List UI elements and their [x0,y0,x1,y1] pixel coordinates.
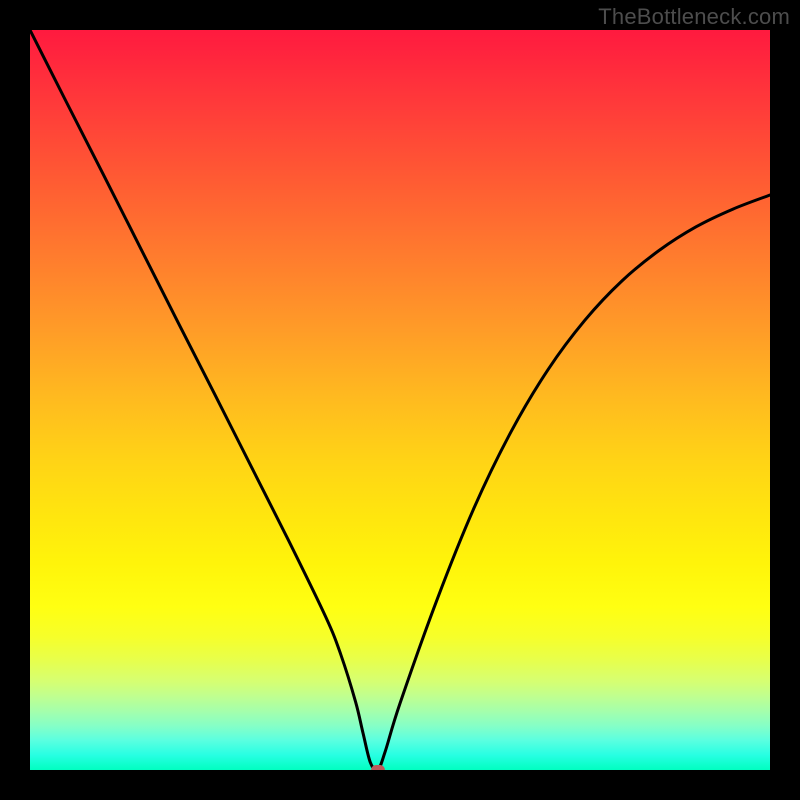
watermark-text: TheBottleneck.com [598,4,790,30]
plot-area [30,30,770,770]
minimum-marker [371,765,385,770]
curve-svg [30,30,770,770]
chart-frame: TheBottleneck.com [0,0,800,800]
bottleneck-curve [30,30,770,770]
